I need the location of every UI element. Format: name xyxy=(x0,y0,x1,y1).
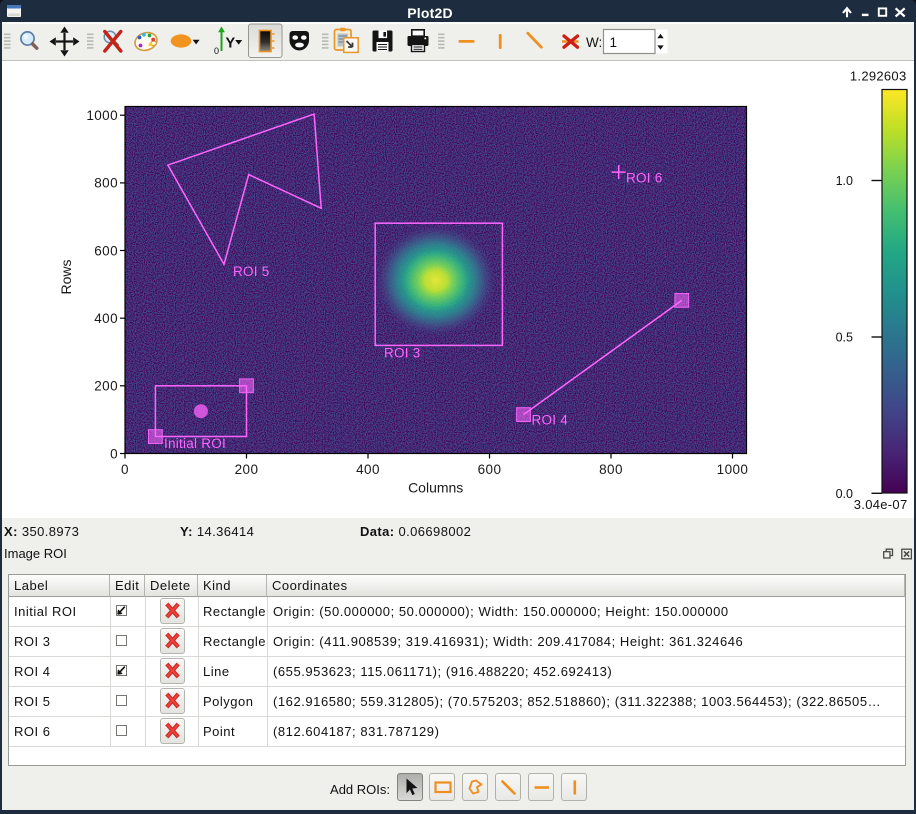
svg-text:1000: 1000 xyxy=(86,108,118,123)
svg-text:ROI 5: ROI 5 xyxy=(233,264,270,279)
svg-text:800: 800 xyxy=(599,462,623,477)
svg-text:1.0: 1.0 xyxy=(836,174,853,188)
svg-text:Rows: Rows xyxy=(58,259,74,294)
svg-text:Initial ROI: Initial ROI xyxy=(164,436,226,451)
svg-text:600: 600 xyxy=(478,462,502,477)
svg-text:1000: 1000 xyxy=(717,462,749,477)
svg-text:1.292603: 1.292603 xyxy=(850,69,907,84)
svg-text:0: 0 xyxy=(214,46,219,56)
svg-text:0: 0 xyxy=(121,462,129,477)
svg-text:ROI 4: ROI 4 xyxy=(532,413,569,428)
svg-text:0.5: 0.5 xyxy=(836,331,853,345)
svg-text:0.0: 0.0 xyxy=(836,487,853,501)
svg-text:ROI 3: ROI 3 xyxy=(384,346,421,361)
svg-text:ROI 6: ROI 6 xyxy=(626,171,663,186)
svg-text:600: 600 xyxy=(94,243,118,258)
svg-text:Y: Y xyxy=(226,36,236,52)
svg-text:800: 800 xyxy=(94,176,118,191)
svg-text:W:: W: xyxy=(586,35,602,50)
svg-text:200: 200 xyxy=(235,462,259,477)
svg-text:400: 400 xyxy=(94,311,118,326)
svg-text:0: 0 xyxy=(110,446,118,461)
svg-text:3.04e-07: 3.04e-07 xyxy=(854,497,908,512)
svg-text:1: 1 xyxy=(610,35,618,50)
svg-text:Columns: Columns xyxy=(408,480,463,496)
svg-text:200: 200 xyxy=(94,379,118,394)
svg-text:400: 400 xyxy=(356,462,380,477)
